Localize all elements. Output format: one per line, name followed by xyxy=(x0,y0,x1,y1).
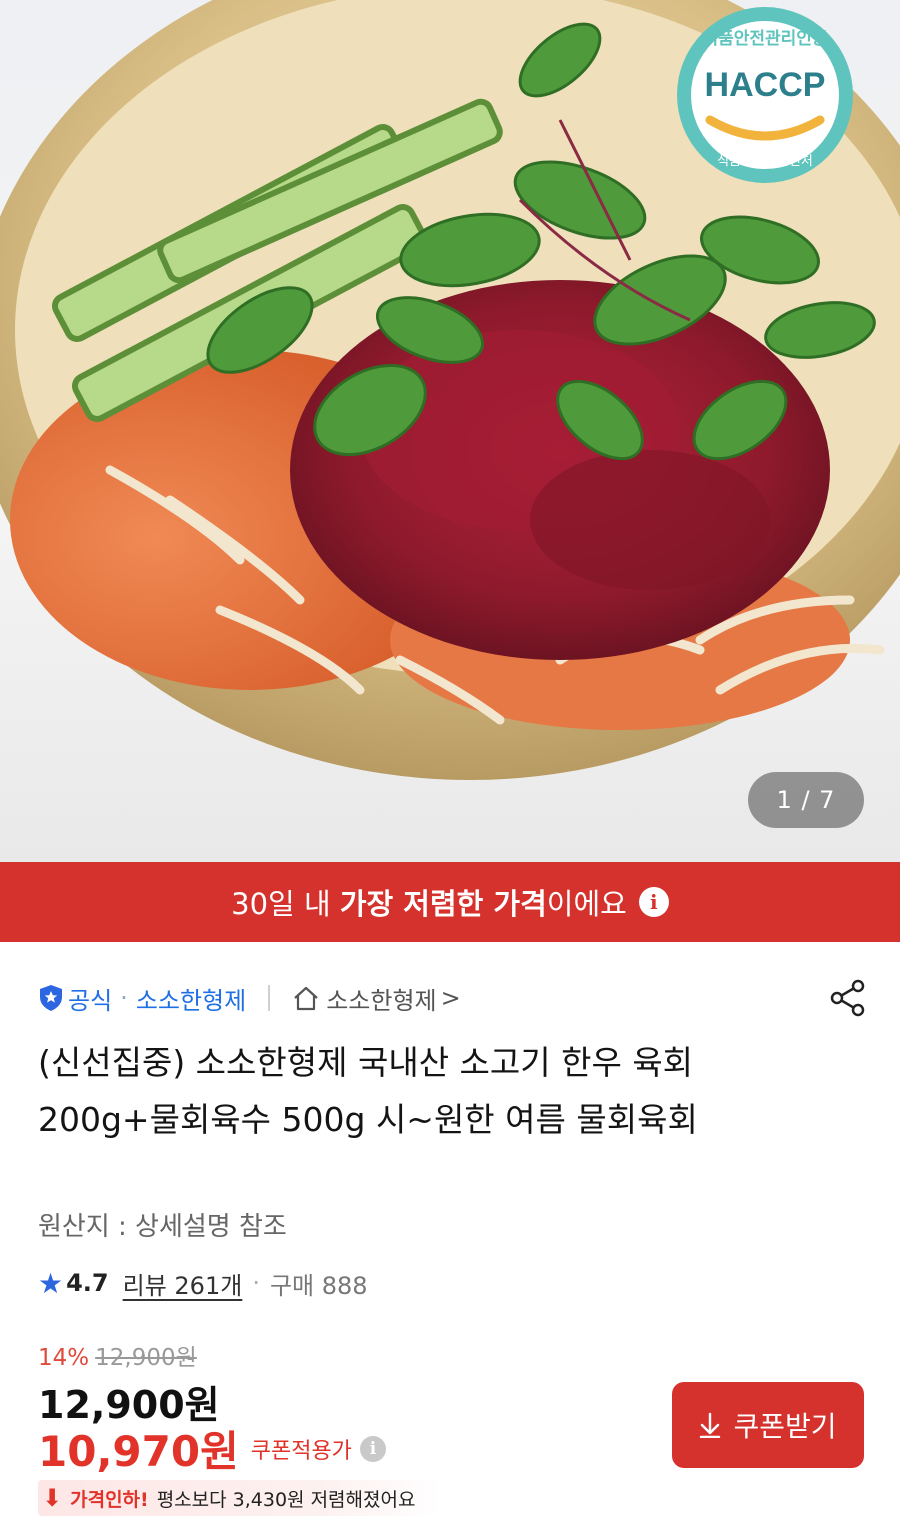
shield-icon xyxy=(40,985,62,1011)
discount-row: 14% 12,900원 xyxy=(38,1338,197,1372)
coupon-price-row: 10,970원 쿠폰적용가 i xyxy=(38,1418,386,1479)
rating-score: 4.7 xyxy=(66,1269,109,1297)
product-title: (신선집중) 소소한형제 국내산 소고기 한우 육회 200g+물회육수 500… xyxy=(38,1043,698,1139)
price-drop-note: ⬇ 가격인하! 평소보다 3,430원 저렴해졌어요 xyxy=(38,1480,442,1516)
review-count-link[interactable]: 리뷰 261개 xyxy=(123,1266,243,1301)
store-home-link[interactable]: 소소한형제 > xyxy=(292,981,461,1016)
download-icon xyxy=(700,1412,721,1438)
product-origin: 원산지 : 상세설명 참조 xyxy=(38,1212,287,1242)
star-icon: ★ xyxy=(38,1266,64,1300)
slide-counter: 1 / 7 xyxy=(748,772,864,828)
share-icon[interactable] xyxy=(828,978,868,1018)
discount-percent: 14% xyxy=(38,1345,90,1371)
haccp-main-text: HACCP xyxy=(704,66,826,104)
chevron-right-icon: > xyxy=(440,984,461,1012)
store-name-link[interactable]: 소소한형제 xyxy=(136,981,246,1016)
lowest-price-banner[interactable]: 30일 내 가장 저렴한 가격 이에요 i xyxy=(0,862,900,942)
arrow-down-icon: ⬇ xyxy=(42,1484,63,1512)
info-icon[interactable]: i xyxy=(359,1435,386,1462)
divider xyxy=(268,985,271,1011)
rating-row: ★ 4.7 리뷰 261개 · 구매 888 xyxy=(38,1264,368,1302)
dot-separator: · xyxy=(252,1269,260,1297)
home-icon xyxy=(294,986,318,1011)
get-coupon-label: 쿠폰받기 xyxy=(733,1411,837,1442)
banner-text-strong: 가장 저렴한 가격 xyxy=(339,887,547,921)
purchase-count: 구매 888 xyxy=(269,1271,368,1300)
price-drop-text: 평소보다 3,430원 저렴해졌어요 xyxy=(156,1488,416,1511)
official-badge[interactable]: 공식 xyxy=(38,981,112,1016)
banner-text-prefix: 30일 내 xyxy=(231,887,340,921)
banner-text-suffix: 이에요 xyxy=(546,887,627,921)
coupon-price-label: 쿠폰적용가 xyxy=(250,1438,352,1464)
price-drop-strong: 가격인하! xyxy=(70,1488,149,1511)
haccp-bottom-text: 식품의약품안전처 xyxy=(717,154,813,169)
store-row: 공식 · 소소한형제 소소한형제 > xyxy=(38,978,868,1018)
get-coupon-button[interactable]: 쿠폰받기 xyxy=(672,1382,864,1468)
official-label: 공식 xyxy=(68,986,113,1015)
dot-separator: · xyxy=(120,984,128,1012)
original-price: 12,900원 xyxy=(95,1345,197,1371)
product-image[interactable]: 식품안전관리인증 HACCP 식품의약품안전처 1 / 7 xyxy=(0,0,900,862)
info-icon[interactable]: i xyxy=(638,887,669,917)
home-store-name: 소소한형제 xyxy=(326,986,437,1015)
coupon-price: 10,970원 xyxy=(38,1427,239,1476)
haccp-top-text: 식품안전관리인증 xyxy=(702,29,828,49)
